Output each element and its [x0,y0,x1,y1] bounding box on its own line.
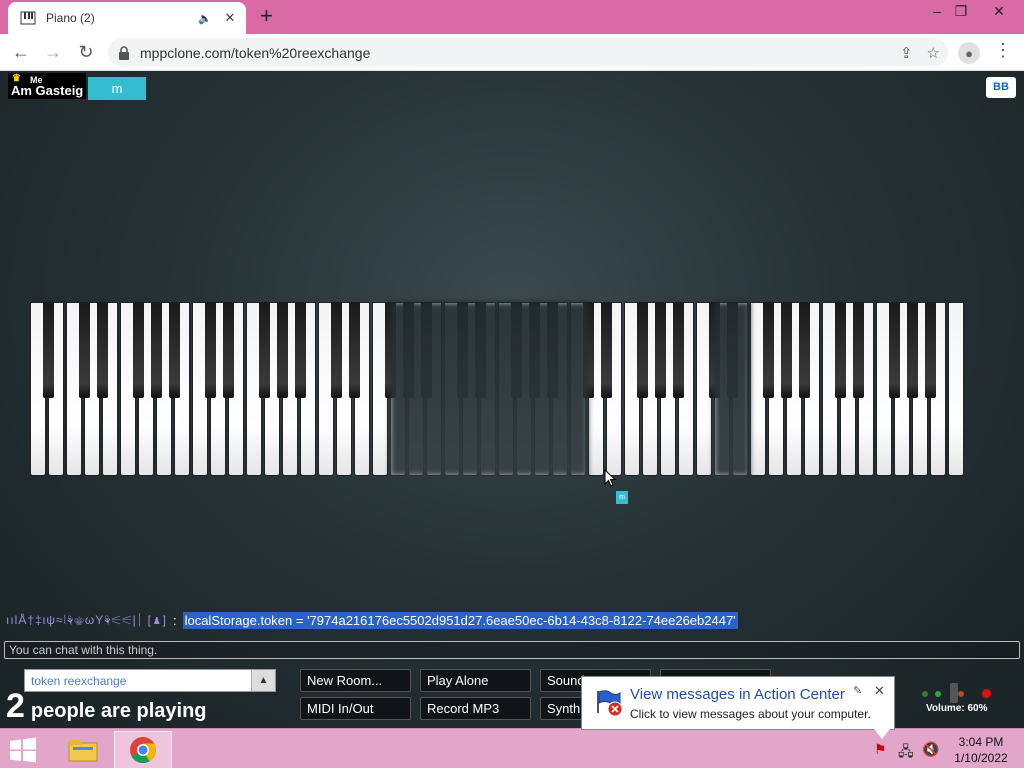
url-text: mppclone.com/token%20reexchange [140,44,371,61]
taskbar: ⚑ 🖧 🔇 3:04 PM 1/10/2022 [0,728,1024,768]
play-alone-button[interactable]: Play Alone [420,669,531,692]
black-key[interactable] [907,302,918,398]
menu-dots-icon[interactable]: ⋮ [994,40,1012,61]
black-key[interactable] [889,302,900,398]
black-key[interactable] [655,302,666,398]
browser-tab[interactable]: Piano (2) 🔈 ✕ [8,2,246,34]
piano-page: ♛ Me Am Gasteig m BB m ıılÅ†‡ιψ≈⦚⚘⚜ωΥ⚘⚟⚟… [0,71,1024,728]
black-key[interactable] [673,302,684,398]
black-key[interactable] [925,302,936,398]
black-key[interactable] [79,302,90,398]
volume-knob[interactable] [950,683,958,703]
white-key[interactable] [948,302,964,476]
black-key[interactable] [169,302,180,398]
black-key[interactable] [799,302,810,398]
black-key[interactable] [331,302,342,398]
volume-label: Volume: 60% [926,703,988,714]
black-key[interactable] [835,302,846,398]
new-room-button[interactable]: New Room... [300,669,411,692]
action-center-notification[interactable]: View messages in Action Center Click to … [581,676,895,730]
other-user-tag[interactable]: m [88,77,146,100]
black-key[interactable] [205,302,216,398]
volume-led [922,691,928,697]
black-key[interactable] [349,302,360,398]
new-tab-plus-icon[interactable]: + [260,5,273,27]
notification-close-icon[interactable]: ✕ [874,683,885,699]
crown-icon: ♛ [12,73,21,84]
speaker-muted-icon[interactable]: 🔇 [922,741,939,758]
my-user-tag[interactable]: ♛ Me Am Gasteig [8,73,87,99]
user-cursor-tag: m [616,491,628,504]
speaker-icon[interactable]: 🔈 [198,12,212,25]
people-count: 2 people are playing [6,687,207,726]
piano-keyboard[interactable] [30,302,968,476]
volume-led [958,691,964,697]
file-explorer-icon[interactable] [54,731,112,768]
browser-toolbar: ← → ↻ mppclone.com/token%20reexchange ⇪ … [0,34,1024,71]
people-label: people are playing [30,700,207,722]
reload-icon[interactable]: ↻ [75,42,97,62]
black-key[interactable] [223,302,234,398]
my-username: Am Gasteig [11,83,84,98]
black-key[interactable] [259,302,270,398]
bookmark-star-icon[interactable]: ☆ [927,44,940,62]
midi-button[interactable]: MIDI In/Out [300,697,411,720]
mouse-pointer-icon [604,469,617,487]
faded-keys-region [390,302,588,476]
profile-avatar-icon[interactable]: ● [958,42,980,64]
action-center-flag-icon[interactable]: ⚑ [874,741,887,758]
chat-separator: : [172,613,177,628]
people-number: 2 [6,687,25,725]
notification-subtitle: Click to view messages about your comput… [630,707,871,721]
share-icon[interactable]: ⇪ [900,44,913,62]
notification-title[interactable]: View messages in Action Center [630,686,845,703]
volume-led [982,689,991,698]
notification-tail [874,729,890,739]
chrome-icon[interactable] [114,731,172,768]
chat-input[interactable]: You can chat with this thing. [4,641,1020,659]
black-key[interactable] [43,302,54,398]
black-key[interactable] [637,302,648,398]
address-bar[interactable]: mppclone.com/token%20reexchange ⇪ ☆ [108,38,948,67]
piano-favicon-icon [20,11,36,25]
dropdown-arrow-icon[interactable]: ▲ [251,670,275,691]
flag-warning-icon [597,690,623,717]
black-key[interactable] [781,302,792,398]
clock[interactable]: 3:04 PM 1/10/2022 [946,734,1016,766]
faded-keys-region [714,302,750,476]
windows-start-icon[interactable] [8,737,38,763]
record-mp3-button[interactable]: Record MP3 [420,697,531,720]
close-window-button[interactable]: ✕ [984,2,1014,20]
pin-icon[interactable]: ✎ [853,684,862,697]
tab-close-icon[interactable]: ✕ [222,10,238,26]
black-key[interactable] [601,302,612,398]
tab-title: Piano (2) [46,11,95,25]
network-icon[interactable]: 🖧 [898,741,914,765]
bb-button[interactable]: BB [986,77,1016,98]
me-label: Me [30,75,43,85]
black-key[interactable] [763,302,774,398]
chat-message: ıılÅ†‡ιψ≈⦚⚘⚜ωΥ⚘⚟⚟|⏐ [♟] : localStorage.t… [6,612,738,629]
clock-time: 3:04 PM [958,735,1004,749]
black-key[interactable] [151,302,162,398]
black-key[interactable] [853,302,864,398]
clock-date: 1/10/2022 [954,751,1008,765]
room-name: token reexchange [31,673,127,688]
black-key[interactable] [277,302,288,398]
black-key[interactable] [133,302,144,398]
volume-led [935,691,941,697]
chat-text: localStorage.token = '7974a216176ec5502d… [182,612,738,629]
forward-arrow-icon[interactable]: → [42,42,64,62]
restore-button[interactable]: ❐ [946,2,976,20]
chat-sender[interactable]: ıılÅ†‡ιψ≈⦚⚘⚜ωΥ⚘⚟⚟|⏐ [♟] [6,613,167,628]
black-key[interactable] [97,302,108,398]
black-key[interactable] [295,302,306,398]
lock-icon [119,45,129,60]
browser-title-bar: Piano (2) 🔈 ✕ + – ❐ ✕ [0,0,1024,34]
back-arrow-icon[interactable]: ← [10,42,32,62]
